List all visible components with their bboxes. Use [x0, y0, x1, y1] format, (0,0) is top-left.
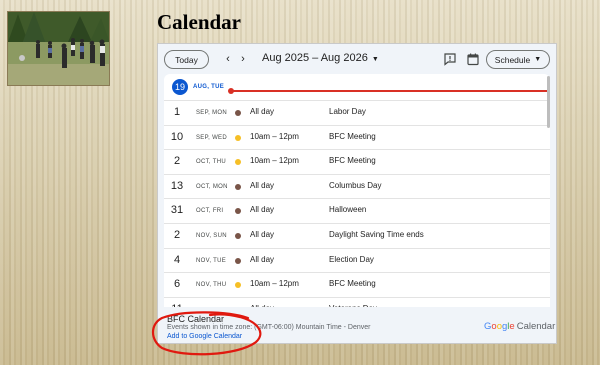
chevron-right-icon[interactable]: ›: [237, 52, 249, 66]
event-time: All day: [250, 180, 275, 190]
event-day-label: OCT, FRI: [196, 208, 224, 215]
calendar-toolbar: Today ‹ › Aug 2025 – Aug 2026 ▼ Schedule ▼: [158, 44, 558, 74]
schedule-list: 19 AUG, TUE 1 SEP, MON All day Labor Day 10 S…: [164, 74, 550, 307]
event-day-number: 31: [170, 204, 184, 217]
event-day-label: OCT, THU: [196, 159, 226, 166]
scrollbar-thumb[interactable]: [547, 76, 550, 128]
event-day-number: 2: [173, 229, 181, 241]
event-day-number: 13: [170, 179, 184, 192]
today-row[interactable]: 19 AUG, TUE: [164, 74, 550, 100]
caret-down-icon: ▼: [371, 56, 379, 63]
feedback-icon[interactable]: [443, 52, 457, 66]
event-color-dot: [235, 183, 241, 190]
event-color-dot: [235, 257, 241, 264]
event-color-dot: [235, 208, 241, 215]
event-title: Daylight Saving Time ends: [329, 230, 424, 239]
date-range-label: Aug 2025 – Aug 2026: [262, 52, 368, 64]
event-title: Halloween: [329, 205, 367, 215]
calendar-embed: Today ‹ › Aug 2025 – Aug 2026 ▼ Schedule ▼…: [157, 43, 557, 344]
forest-group-photo: [7, 11, 110, 86]
google-wordmark: Google: [484, 321, 515, 332]
event-time: All day: [250, 107, 275, 116]
event-title: Veterans Day: [329, 304, 377, 307]
event-day-label: NOV, THU: [196, 282, 227, 289]
event-row[interactable]: 11NOV, TUEAll dayVeterans Day: [164, 296, 550, 307]
calendar-icon[interactable]: [466, 52, 480, 66]
event-color-dot: [235, 134, 241, 141]
event-day-number: 6: [173, 278, 181, 291]
event-day-label: SEP, WED: [196, 134, 227, 141]
event-day-label: OCT, MON: [196, 183, 228, 190]
event-row[interactable]: 6 NOV, THU 10am – 12pm BFC Meeting: [164, 272, 550, 297]
event-time: All day: [250, 230, 275, 239]
event-time: All day: [250, 304, 274, 307]
event-row[interactable]: 1 SEP, MON All day Labor Day: [164, 100, 550, 125]
view-select-button[interactable]: Schedule ▼: [486, 50, 550, 69]
event-day-number: 1: [173, 106, 181, 118]
event-time: 10am – 12pm: [250, 131, 299, 141]
event-title: Columbus Day: [329, 180, 382, 190]
chevron-left-icon[interactable]: ‹: [222, 52, 234, 66]
event-title: BFC Meeting: [329, 279, 376, 289]
view-select-label: Schedule: [494, 54, 531, 65]
today-date-label: AUG, TUE: [193, 84, 225, 90]
event-day-label: NOV, SUN: [196, 233, 227, 239]
event-title: BFC Meeting: [329, 156, 376, 166]
event-row[interactable]: 2 NOV, SUN All day Daylight Saving Time end…: [164, 223, 550, 248]
today-date-badge: 19: [172, 79, 188, 95]
event-title: BFC Meeting: [329, 131, 376, 141]
event-row[interactable]: 10 SEP, WED 10am – 12pm BFC Meeting: [164, 124, 550, 150]
event-row[interactable]: 2 OCT, THU 10am – 12pm BFC Meeting: [164, 149, 550, 174]
event-color-dot: [235, 159, 241, 166]
event-day-number: 11: [164, 303, 190, 307]
red-circle-annotation: [151, 311, 262, 356]
event-day-number: 4: [173, 253, 181, 266]
calendar-wordmark: Calendar: [516, 321, 556, 332]
current-time-line: [232, 90, 550, 92]
page-title: Calendar: [157, 10, 241, 34]
event-color-dot: [235, 110, 241, 116]
event-title: Election Day: [329, 254, 374, 264]
event-time: 10am – 12pm: [250, 156, 299, 166]
today-button[interactable]: Today: [164, 50, 209, 69]
event-day-number: 10: [170, 130, 184, 143]
caret-down-icon: ▼: [534, 56, 542, 63]
event-time: All day: [250, 254, 275, 264]
event-title: Labor Day: [329, 107, 366, 116]
event-color-dot: [235, 282, 241, 289]
date-range-dropdown[interactable]: Aug 2025 – Aug 2026 ▼: [262, 52, 379, 64]
event-time: 10am – 12pm: [250, 279, 299, 289]
event-row[interactable]: 4 NOV, TUE All day Election Day: [164, 247, 550, 273]
event-day-label: NOV, TUE: [196, 257, 227, 264]
google-calendar-logo[interactable]: Google Calendar: [484, 321, 555, 332]
event-time: All day: [250, 205, 275, 215]
event-row[interactable]: 31 OCT, FRI All day Halloween: [164, 198, 550, 223]
event-row[interactable]: 13 OCT, MON All day Columbus Day: [164, 173, 550, 199]
event-day-label: SEP, MON: [196, 110, 227, 116]
event-day-number: 2: [173, 155, 181, 168]
event-color-dot: [235, 233, 241, 239]
